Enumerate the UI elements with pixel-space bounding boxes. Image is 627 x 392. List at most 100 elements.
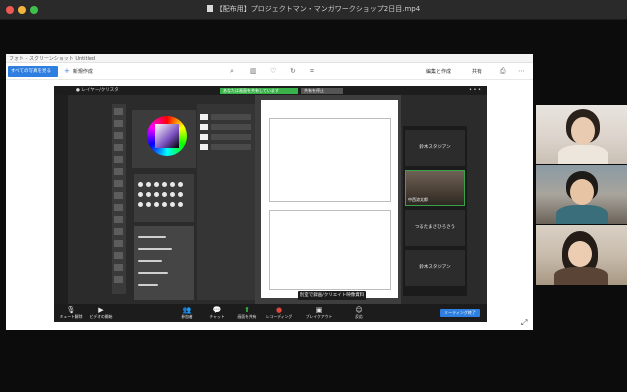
layer-thumbnail[interactable] (200, 124, 208, 130)
person-face (571, 117, 595, 145)
brush-dot[interactable] (162, 182, 167, 187)
layer-row[interactable] (211, 114, 251, 120)
zoom-icon[interactable]: ⌕ (230, 67, 234, 76)
color-picker-square[interactable] (155, 124, 179, 148)
tool-button[interactable] (114, 168, 123, 175)
brush-dot[interactable] (154, 192, 159, 197)
share-button[interactable]: 共有 (472, 68, 482, 75)
brush-dot[interactable] (170, 182, 175, 187)
brush-dot[interactable] (170, 202, 175, 207)
brush-stroke[interactable] (138, 260, 162, 262)
more-icon[interactable]: ⋯ (518, 67, 525, 75)
tool-button[interactable] (114, 180, 123, 187)
expand-icon[interactable]: ⤢ (521, 318, 527, 328)
stroke-panel (134, 226, 194, 300)
mute-button[interactable]: 🎙 ミュート解除 (56, 306, 86, 320)
share-screen-label: 画面を共有 (237, 314, 257, 319)
brush-dot[interactable] (178, 192, 183, 197)
brush-dot[interactable] (146, 202, 151, 207)
brush-dot[interactable] (170, 192, 175, 197)
tool-button[interactable] (114, 156, 123, 163)
brush-panel (134, 174, 194, 222)
tool-button[interactable] (114, 204, 123, 211)
manga-page[interactable] (261, 100, 398, 298)
brush-dot[interactable] (162, 202, 167, 207)
crop-icon[interactable]: ⌗ (310, 67, 314, 76)
tool-button[interactable] (114, 132, 123, 139)
end-meeting-button[interactable]: ミーティング終了 (440, 309, 480, 317)
brush-dot[interactable] (146, 182, 151, 187)
edit-create-button[interactable]: 編集と作成 (426, 68, 451, 75)
webcam-participant-1 (536, 105, 627, 164)
tool-button[interactable] (114, 216, 123, 223)
left-tool-strip (54, 95, 68, 304)
brush-dot[interactable] (154, 202, 159, 207)
mac-title-bar: 【配布用】プロジェクトマン・マンガワークショップ2日目.mp4 (0, 0, 627, 20)
tool-button[interactable] (114, 276, 123, 283)
reactions-button[interactable]: ☺ 反応 (344, 306, 374, 320)
zoom-control-bar: 🎙 ミュート解除 ▶ ビデオの開始 👥 参加者 💬 チャット ⬆ 画面を共有 ● レコーディ… (54, 304, 487, 322)
brush-stroke[interactable] (138, 248, 172, 250)
tool-button[interactable] (114, 120, 123, 127)
share-screen-button[interactable]: ⬆ 画面を共有 (232, 306, 262, 320)
print-icon[interactable]: ⎙ (500, 67, 506, 76)
participant-tile[interactable]: 鈴木スタジアン (405, 130, 465, 166)
stop-share-button[interactable]: 共有を停止 (301, 88, 343, 94)
layer-thumbnail[interactable] (200, 144, 208, 150)
layer-row[interactable] (211, 134, 251, 140)
record-button[interactable]: ● レコーディング (264, 306, 294, 320)
participant-tile-video[interactable]: 中西涼太郎 (405, 170, 465, 206)
manga-panel[interactable] (269, 210, 391, 290)
app-title: フォト - スクリーンショット Untitled (9, 56, 96, 62)
favorite-icon[interactable]: ♡ (270, 67, 276, 75)
layer-panel (197, 104, 255, 300)
rotate-icon[interactable]: ↻ (290, 67, 296, 75)
chat-label: チャット (209, 314, 225, 319)
more-options-icon[interactable]: • • • (469, 87, 481, 93)
delete-icon[interactable]: ▥ (250, 67, 257, 75)
tool-button[interactable] (114, 192, 123, 199)
brush-dot[interactable] (138, 182, 143, 187)
brush-dot[interactable] (146, 192, 151, 197)
tool-button[interactable] (114, 144, 123, 151)
participant-tile[interactable]: 鈴木スタジアン (405, 250, 465, 286)
layer-row[interactable] (211, 144, 251, 150)
tool-button[interactable] (114, 108, 123, 115)
layer-thumbnail[interactable] (200, 114, 208, 120)
brush-stroke[interactable] (138, 236, 166, 238)
tool-button[interactable] (114, 228, 123, 235)
new-button[interactable]: + 新規作成 (64, 67, 93, 75)
sharing-banner: あなたは画面を共有しています (220, 88, 298, 94)
layer-row[interactable] (211, 124, 251, 130)
tool-button[interactable] (114, 240, 123, 247)
brush-stroke[interactable] (138, 272, 168, 274)
manga-panel[interactable] (269, 118, 391, 202)
participants-button[interactable]: 👥 参加者 (172, 306, 202, 320)
chat-button[interactable]: 💬 チャット (202, 306, 232, 320)
brush-dot[interactable] (178, 202, 183, 207)
tool-button[interactable] (114, 252, 123, 259)
participant-tile[interactable]: つるたまさひろさう (405, 210, 465, 246)
person-face (568, 241, 592, 267)
app-title-bar: フォト - スクリーンショット Untitled (6, 54, 533, 63)
mute-label: ミュート解除 (59, 314, 83, 319)
breakout-button[interactable]: ▣ ブレイクアウト (304, 306, 334, 320)
layer-thumbnail[interactable] (200, 134, 208, 140)
tool-button[interactable] (114, 264, 123, 271)
brush-dot[interactable] (178, 182, 183, 187)
brush-stroke[interactable] (138, 284, 158, 286)
brush-dot[interactable] (162, 192, 167, 197)
file-icon (206, 5, 213, 12)
plus-icon: + (64, 67, 70, 75)
video-button[interactable]: ▶ ビデオの開始 (86, 306, 116, 320)
window-title: 【配布用】プロジェクトマン・マンガワークショップ2日目.mp4 (0, 4, 627, 14)
record-label: レコーディング (265, 314, 293, 319)
share-tab[interactable]: ● レイヤー/クリスタ (76, 87, 119, 93)
brush-dot[interactable] (154, 182, 159, 187)
webcam-participant-2 (536, 165, 627, 224)
camera-icon: ▶ (98, 306, 104, 314)
brush-dot[interactable] (138, 192, 143, 197)
see-all-photos-button[interactable]: すべての写真を見る (8, 66, 58, 77)
photos-toolbar: すべての写真を見る + 新規作成 ⌕ ▥ ♡ ↻ ⌗ 編集と作成 共有 ⎙ ⋯ (6, 64, 533, 80)
brush-dot[interactable] (138, 202, 143, 207)
